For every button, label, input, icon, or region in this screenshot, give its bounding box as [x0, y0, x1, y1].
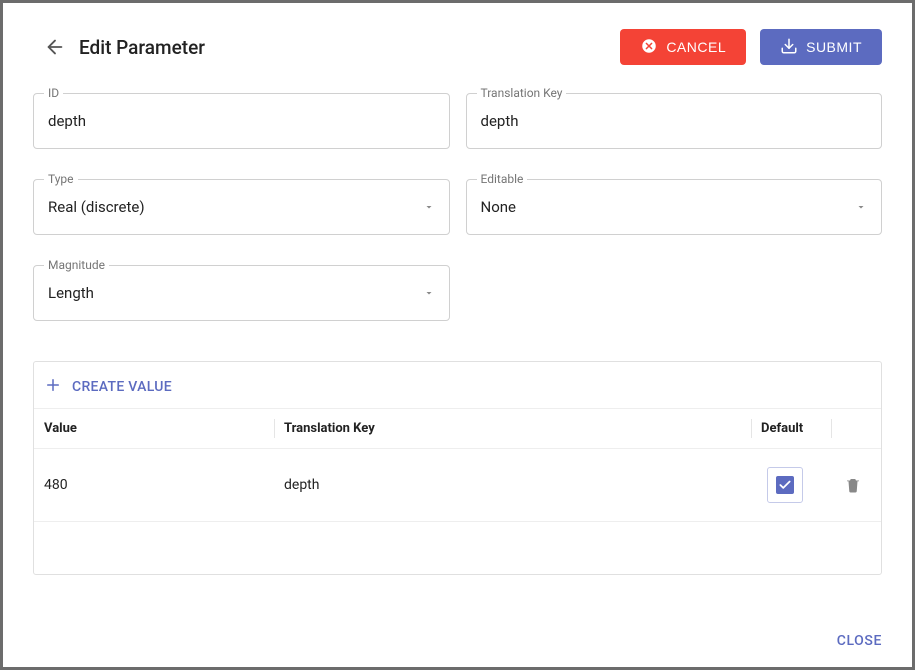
check-icon — [776, 476, 794, 494]
col-value: Value — [34, 409, 274, 449]
field-label: Type — [44, 172, 78, 186]
close-button[interactable]: CLOSE — [837, 633, 882, 649]
dialog-header: Edit Parameter CANCEL SUBMIT — [3, 3, 912, 75]
cell-translation-key: depth — [274, 449, 751, 522]
trash-icon[interactable] — [841, 473, 865, 497]
id-field[interactable]: ID depth — [33, 93, 450, 149]
editable-field[interactable]: Editable None — [466, 179, 883, 235]
field-value: None — [481, 198, 856, 216]
submit-button[interactable]: SUBMIT — [760, 29, 882, 65]
create-value-button[interactable]: CREATE VALUE — [34, 362, 881, 408]
create-value-label: CREATE VALUE — [72, 379, 172, 395]
dialog-title: Edit Parameter — [79, 36, 205, 59]
cell-actions — [831, 449, 881, 522]
plus-icon — [44, 376, 62, 398]
chevron-down-icon — [423, 284, 435, 303]
download-icon — [780, 37, 798, 58]
cell-value: 480 — [34, 449, 274, 522]
field-label: Magnitude — [44, 258, 109, 272]
back-arrow-icon[interactable] — [43, 35, 67, 59]
empty-row — [34, 522, 881, 574]
col-actions — [831, 409, 881, 449]
type-field[interactable]: Type Real (discrete) — [33, 179, 450, 235]
cancel-button-label: CANCEL — [666, 39, 726, 55]
table-row: 480 depth — [34, 449, 881, 522]
form-grid: ID depth Translation Key depth Type Real… — [33, 93, 882, 321]
field-label: Translation Key — [477, 86, 567, 100]
dialog-footer: CLOSE — [3, 621, 912, 667]
field-label: Editable — [477, 172, 528, 186]
values-panel: CREATE VALUE Value Translation Key Defau… — [33, 361, 882, 575]
header-actions: CANCEL SUBMIT — [620, 29, 882, 65]
chevron-down-icon — [423, 198, 435, 217]
submit-button-label: SUBMIT — [806, 39, 862, 55]
field-value: depth — [48, 112, 435, 130]
cell-default — [751, 449, 831, 522]
col-translation-key: Translation Key — [274, 409, 751, 449]
field-value: Length — [48, 284, 423, 302]
values-table: Value Translation Key Default 480 depth — [34, 408, 881, 574]
edit-parameter-dialog: Edit Parameter CANCEL SUBMIT ID de — [3, 3, 912, 667]
field-value: Real (discrete) — [48, 198, 423, 216]
field-label: ID — [44, 86, 63, 100]
col-default: Default — [751, 409, 831, 449]
cancel-button[interactable]: CANCEL — [620, 29, 746, 65]
translation-key-field[interactable]: Translation Key depth — [466, 93, 883, 149]
chevron-down-icon — [855, 198, 867, 217]
field-value: depth — [481, 112, 868, 130]
cancel-icon — [640, 37, 658, 58]
dialog-body: ID depth Translation Key depth Type Real… — [3, 75, 912, 621]
magnitude-field[interactable]: Magnitude Length — [33, 265, 450, 321]
header-left: Edit Parameter — [43, 35, 205, 59]
default-checkbox[interactable] — [767, 467, 803, 503]
